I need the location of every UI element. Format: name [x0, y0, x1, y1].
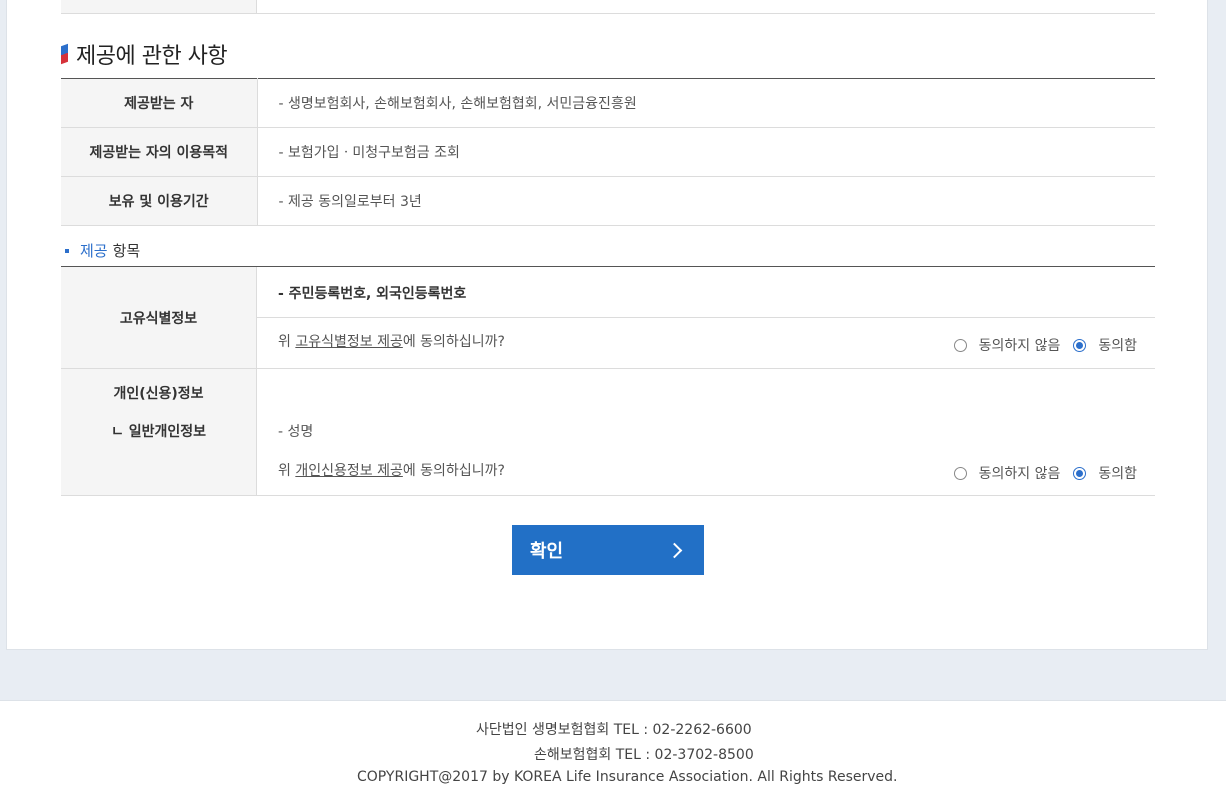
previous-table-header-cell: [61, 0, 257, 13]
row-label: 고유식별정보: [61, 267, 257, 368]
agree-label[interactable]: 동의함: [1098, 335, 1137, 355]
agree-radio[interactable]: [1073, 466, 1087, 480]
chevron-right-icon: [666, 542, 683, 558]
row-value: - 성명: [278, 424, 314, 440]
agree-label[interactable]: 동의함: [1098, 463, 1137, 483]
row-label-text: 개인(신용)정보: [113, 386, 204, 402]
items-subtitle: 제공 항목: [65, 240, 140, 261]
row-divider: [257, 317, 1155, 318]
table-row: 제공받는 자의 이용목적 - 보험가입ㆍ미청구보험금 조회: [61, 127, 1155, 177]
table-row: 제공받는 자 - 생명보험회사, 손해보험회사, 손해보험협회, 서민금융진흥원: [61, 78, 1155, 128]
agree-radio[interactable]: [1073, 338, 1087, 352]
consent-radio-group: 동의하지 않음 동의함: [953, 463, 1137, 483]
items-subtitle-highlight: 제공: [80, 242, 108, 260]
consent-question: 위 고유식별정보 제공에 동의하십니까?: [278, 331, 505, 351]
row-value: - 생명보험회사, 손해보험회사, 손해보험협회, 서민금융진흥원: [257, 78, 1155, 128]
question-link[interactable]: 개인신용정보 제공: [295, 463, 403, 479]
question-prefix: 위: [278, 334, 296, 350]
row-value: - 제공 동의일로부터 3년: [257, 176, 1155, 226]
consent-question: 위 개인신용정보 제공에 동의하십니까?: [278, 460, 505, 480]
footer-line-2: 손해보험협회 TEL : 02-3702-8500: [534, 747, 754, 763]
disagree-radio[interactable]: [953, 338, 967, 352]
footer-copyright: COPYRIGHT@2017 by KOREA Life Insurance A…: [357, 769, 898, 785]
items-table: 고유식별정보 - 주민등록번호, 외국인등록번호 위 고유식별정보 제공에 동의…: [61, 266, 1155, 496]
question-link[interactable]: 고유식별정보 제공: [295, 334, 403, 350]
row-sub-label: ㄴ 일반개인정보: [110, 424, 207, 440]
row-label: 제공받는 자의 이용목적: [61, 127, 258, 177]
row-value: - 보험가입ㆍ미청구보험금 조회: [257, 127, 1155, 177]
confirm-button[interactable]: 확인: [512, 525, 704, 575]
disagree-label[interactable]: 동의하지 않음: [979, 335, 1061, 355]
previous-table-row: [61, 0, 1155, 14]
row-label-text: 고유식별정보: [119, 310, 198, 327]
provision-table: 제공받는 자 - 생명보험회사, 손해보험회사, 손해보험협회, 서민금융진흥원…: [61, 78, 1155, 226]
consent-radio-group: 동의하지 않음 동의함: [953, 335, 1137, 355]
section-header: 제공에 관한 사항: [61, 38, 228, 70]
disagree-label[interactable]: 동의하지 않음: [979, 463, 1061, 483]
section-title: 제공에 관한 사항: [76, 44, 228, 69]
table-row-personal-info: 개인(신용)정보 ㄴ 일반개인정보 - 성명 위 개인신용정보 제공에 동의하십…: [61, 369, 1155, 496]
table-row-unique-id: 고유식별정보 - 주민등록번호, 외국인등록번호 위 고유식별정보 제공에 동의…: [61, 267, 1155, 369]
question-prefix: 위: [278, 463, 296, 479]
question-suffix: 에 동의하십니까?: [402, 463, 505, 479]
confirm-label: 확인: [530, 541, 564, 561]
content-panel: 제공에 관한 사항 제공받는 자 - 생명보험회사, 손해보험회사, 손해보험협…: [6, 0, 1208, 650]
items-subtitle-rest: 항목: [112, 242, 141, 260]
section-marker-icon: [61, 43, 68, 65]
row-label: 보유 및 이용기간: [61, 176, 258, 226]
row-label: 제공받는 자: [61, 78, 258, 128]
bullet-square-icon: [65, 248, 69, 253]
row-label: 개인(신용)정보 ㄴ 일반개인정보: [61, 369, 257, 495]
question-suffix: 에 동의하십니까?: [402, 334, 505, 350]
row-value: - 주민등록번호, 외국인등록번호: [278, 286, 467, 302]
footer: 사단법인 생명보험협회 TEL : 02-2262-6600 손해보험협회 TE…: [0, 700, 1226, 798]
table-row: 보유 및 이용기간 - 제공 동의일로부터 3년: [61, 176, 1155, 226]
footer-line-1: 사단법인 생명보험협회 TEL : 02-2262-6600: [476, 722, 752, 738]
disagree-radio[interactable]: [953, 466, 967, 480]
